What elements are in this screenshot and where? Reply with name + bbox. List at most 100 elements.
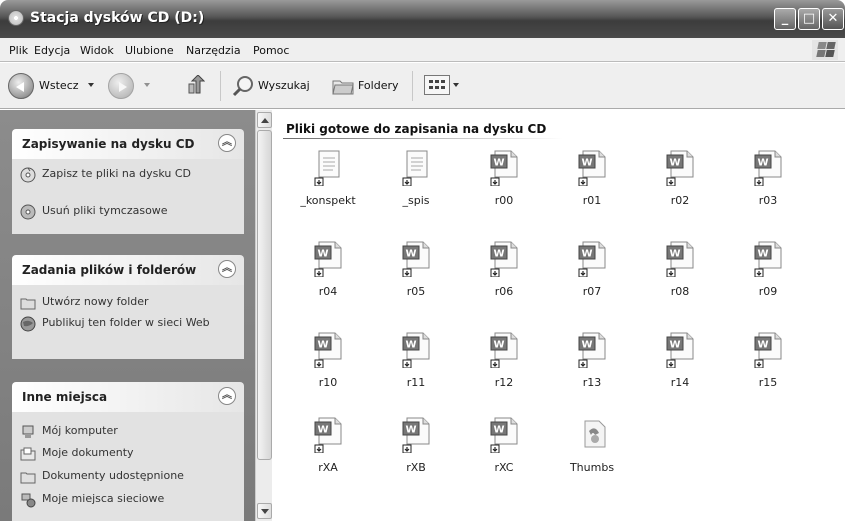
collapse-chevron-icon[interactable]: ︽	[218, 134, 236, 152]
file-list-area: Pliki gotowe do zapisania na dysku CD _k…	[273, 110, 845, 521]
collapse-chevron-icon[interactable]: ︽	[218, 260, 236, 278]
views-icon[interactable]	[424, 75, 450, 95]
file-item[interactable]: _konspekt	[285, 150, 371, 236]
search-button-label[interactable]: Wyszukaj	[258, 79, 310, 92]
thumbs-db-icon	[584, 420, 606, 448]
text-document-icon	[314, 150, 340, 186]
file-name: r15	[758, 376, 778, 389]
group-divider	[283, 138, 563, 139]
file-item[interactable]: Wr15	[725, 332, 811, 418]
file-name: r03	[758, 194, 778, 207]
folders-icon[interactable]	[332, 77, 354, 95]
file-name: r08	[670, 285, 690, 298]
delete-temp-files-icon	[20, 204, 36, 220]
scroll-thumb[interactable]	[257, 130, 272, 460]
file-name: r00	[494, 194, 514, 207]
forward-arrow-icon[interactable]	[108, 73, 134, 99]
panel-header-cd-writing[interactable]: Zapisywanie na dysku CD ︽	[12, 129, 244, 159]
file-item[interactable]: _spis	[373, 150, 459, 236]
back-dropdown-icon[interactable]	[88, 83, 94, 87]
file-item[interactable]: Wr12	[461, 332, 547, 418]
file-name: Thumbs	[569, 461, 615, 474]
file-item[interactable]: WrXA	[285, 417, 371, 503]
file-item[interactable]: Wr04	[285, 241, 371, 327]
panel-title: Inne miejsca	[22, 390, 108, 404]
task-my-documents[interactable]: Moje dokumenty	[20, 446, 232, 462]
forward-dropdown-icon[interactable]	[144, 83, 150, 87]
menu-favorites[interactable]: Ulubione	[125, 44, 174, 57]
menu-view[interactable]: Widok	[80, 44, 114, 57]
folders-button-label[interactable]: Foldery	[358, 79, 399, 92]
file-name: rXB	[406, 461, 426, 474]
svg-text:W: W	[757, 158, 768, 169]
word-document-icon: W	[490, 332, 518, 368]
file-item[interactable]: Wr00	[461, 150, 547, 236]
menu-help[interactable]: Pomoc	[253, 44, 289, 57]
panel-body-other-places: Mój komputer Moje dokumenty Dokumenty ud…	[12, 412, 244, 521]
my-documents-icon	[20, 447, 36, 461]
menu-tools[interactable]: Narzędzia	[186, 44, 241, 57]
file-item[interactable]: Wr03	[725, 150, 811, 236]
panel-title: Zapisywanie na dysku CD	[22, 137, 195, 151]
file-item[interactable]: Wr08	[637, 241, 723, 327]
search-icon[interactable]	[232, 75, 254, 97]
task-pane-scrollbar[interactable]	[255, 110, 272, 521]
file-name: rXC	[494, 461, 514, 474]
svg-text:W: W	[493, 340, 504, 351]
minimize-button[interactable]: _	[774, 8, 796, 30]
file-item[interactable]: Wr06	[461, 241, 547, 327]
shared-documents-icon	[20, 472, 36, 484]
back-arrow-icon[interactable]	[8, 73, 34, 99]
file-name: r01	[582, 194, 602, 207]
word-document-icon: W	[754, 150, 782, 186]
file-name: r07	[582, 285, 602, 298]
file-item[interactable]: Wr01	[549, 150, 635, 236]
scroll-down-arrow-icon[interactable]	[257, 503, 272, 519]
file-item[interactable]: Wr11	[373, 332, 459, 418]
task-network-places[interactable]: Moje miejsca sieciowe	[20, 492, 232, 508]
collapse-chevron-icon[interactable]: ︽	[218, 387, 236, 405]
file-item[interactable]: Thumbs	[549, 417, 635, 503]
scroll-up-arrow-icon[interactable]	[257, 112, 272, 128]
menu-file[interactable]: Plik	[9, 44, 28, 57]
file-item[interactable]: Wr07	[549, 241, 635, 327]
file-item[interactable]: WrXB	[373, 417, 459, 503]
file-item[interactable]: WrXC	[461, 417, 547, 503]
task-my-computer[interactable]: Mój komputer	[20, 424, 232, 440]
file-item[interactable]: Wr10	[285, 332, 371, 418]
file-item[interactable]: Wr02	[637, 150, 723, 236]
views-dropdown-icon[interactable]	[453, 83, 459, 87]
file-name: r06	[494, 285, 514, 298]
task-shared-documents[interactable]: Dokumenty udostępnione	[20, 469, 232, 485]
maximize-button[interactable]: □	[798, 8, 820, 30]
word-document-icon: W	[578, 241, 606, 277]
up-folder-icon[interactable]	[187, 75, 205, 95]
file-item[interactable]: Wr05	[373, 241, 459, 327]
file-name: r11	[406, 376, 426, 389]
toolbar-separator	[220, 71, 221, 101]
file-item[interactable]: Wr09	[725, 241, 811, 327]
panel-header-file-tasks[interactable]: Zadania plików i folderów ︽	[12, 255, 244, 285]
task-label: Moje dokumenty	[42, 446, 134, 459]
windows-logo-icon	[812, 40, 838, 60]
back-button-label[interactable]: Wstecz	[39, 79, 79, 92]
file-item[interactable]: Wr14	[637, 332, 723, 418]
task-pane: Zapisywanie na dysku CD ︽ Zapisz te plik…	[0, 110, 255, 521]
title-bar[interactable]: Stacja dysków CD (D:) _ □ ✕	[0, 0, 845, 38]
menu-edit[interactable]: Edycja	[34, 44, 70, 57]
text-document-icon	[402, 150, 428, 186]
network-places-icon	[21, 493, 36, 508]
task-new-folder[interactable]: Utwórz nowy folder	[20, 295, 232, 311]
file-item[interactable]: Wr13	[549, 332, 635, 418]
close-button[interactable]: ✕	[822, 8, 844, 30]
task-label: Mój komputer	[42, 424, 118, 437]
file-name: r10	[318, 376, 338, 389]
panel-header-other-places[interactable]: Inne miejsca ︽	[12, 382, 244, 412]
task-delete-temp[interactable]: Usuń pliki tymczasowe	[20, 204, 232, 220]
task-label: Usuń pliki tymczasowe	[42, 204, 168, 217]
panel-title: Zadania plików i folderów	[22, 263, 197, 277]
word-document-icon: W	[402, 417, 430, 453]
task-publish-web[interactable]: Publikuj ten folder w sieci Web	[20, 316, 232, 332]
word-document-icon: W	[754, 241, 782, 277]
task-burn-cd[interactable]: Zapisz te pliki na dysku CD	[20, 167, 232, 183]
